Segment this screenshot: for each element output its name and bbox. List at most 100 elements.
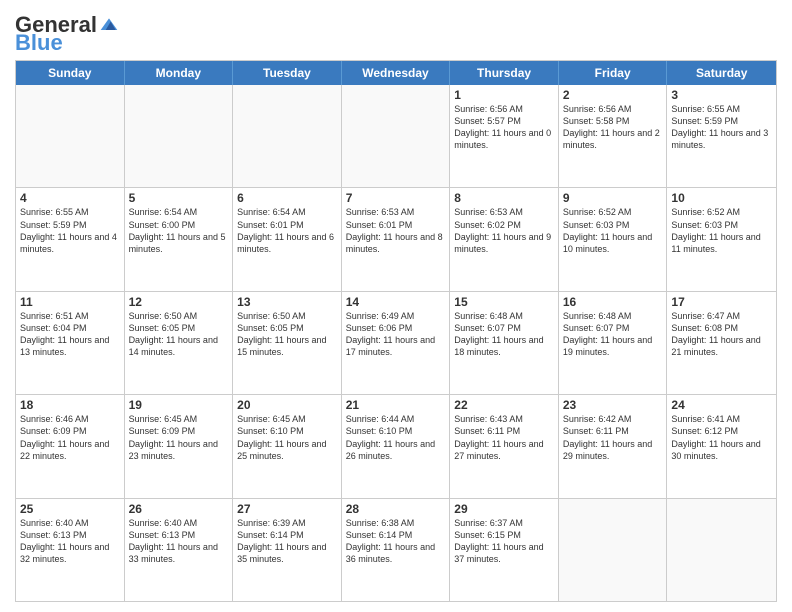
logo-icon — [99, 15, 119, 35]
day-number: 7 — [346, 191, 446, 205]
cell-text: Sunrise: 6:43 AM Sunset: 6:11 PM Dayligh… — [454, 413, 554, 462]
cell-text: Sunrise: 6:54 AM Sunset: 6:01 PM Dayligh… — [237, 206, 337, 255]
cal-cell-4-0: 25Sunrise: 6:40 AM Sunset: 6:13 PM Dayli… — [16, 499, 125, 601]
cal-cell-2-3: 14Sunrise: 6:49 AM Sunset: 6:06 PM Dayli… — [342, 292, 451, 394]
cal-cell-3-5: 23Sunrise: 6:42 AM Sunset: 6:11 PM Dayli… — [559, 395, 668, 497]
cell-text: Sunrise: 6:48 AM Sunset: 6:07 PM Dayligh… — [454, 310, 554, 359]
cal-week-2: 11Sunrise: 6:51 AM Sunset: 6:04 PM Dayli… — [16, 292, 776, 395]
day-number: 28 — [346, 502, 446, 516]
cell-text: Sunrise: 6:54 AM Sunset: 6:00 PM Dayligh… — [129, 206, 229, 255]
cell-text: Sunrise: 6:55 AM Sunset: 5:59 PM Dayligh… — [20, 206, 120, 255]
cal-cell-2-1: 12Sunrise: 6:50 AM Sunset: 6:05 PM Dayli… — [125, 292, 234, 394]
day-number: 20 — [237, 398, 337, 412]
cal-header-thursday: Thursday — [450, 61, 559, 85]
day-number: 4 — [20, 191, 120, 205]
cell-text: Sunrise: 6:51 AM Sunset: 6:04 PM Dayligh… — [20, 310, 120, 359]
cell-text: Sunrise: 6:38 AM Sunset: 6:14 PM Dayligh… — [346, 517, 446, 566]
cal-header-wednesday: Wednesday — [342, 61, 451, 85]
cell-text: Sunrise: 6:48 AM Sunset: 6:07 PM Dayligh… — [563, 310, 663, 359]
cal-cell-4-6 — [667, 499, 776, 601]
cal-cell-4-2: 27Sunrise: 6:39 AM Sunset: 6:14 PM Dayli… — [233, 499, 342, 601]
day-number: 2 — [563, 88, 663, 102]
cal-header-saturday: Saturday — [667, 61, 776, 85]
cell-text: Sunrise: 6:41 AM Sunset: 6:12 PM Dayligh… — [671, 413, 772, 462]
cal-week-3: 18Sunrise: 6:46 AM Sunset: 6:09 PM Dayli… — [16, 395, 776, 498]
cell-text: Sunrise: 6:52 AM Sunset: 6:03 PM Dayligh… — [563, 206, 663, 255]
cal-cell-4-1: 26Sunrise: 6:40 AM Sunset: 6:13 PM Dayli… — [125, 499, 234, 601]
cal-cell-3-2: 20Sunrise: 6:45 AM Sunset: 6:10 PM Dayli… — [233, 395, 342, 497]
cal-cell-1-2: 6Sunrise: 6:54 AM Sunset: 6:01 PM Daylig… — [233, 188, 342, 290]
day-number: 1 — [454, 88, 554, 102]
day-number: 17 — [671, 295, 772, 309]
cell-text: Sunrise: 6:44 AM Sunset: 6:10 PM Dayligh… — [346, 413, 446, 462]
cal-cell-2-0: 11Sunrise: 6:51 AM Sunset: 6:04 PM Dayli… — [16, 292, 125, 394]
day-number: 29 — [454, 502, 554, 516]
cal-week-1: 4Sunrise: 6:55 AM Sunset: 5:59 PM Daylig… — [16, 188, 776, 291]
day-number: 23 — [563, 398, 663, 412]
cell-text: Sunrise: 6:45 AM Sunset: 6:09 PM Dayligh… — [129, 413, 229, 462]
cell-text: Sunrise: 6:49 AM Sunset: 6:06 PM Dayligh… — [346, 310, 446, 359]
day-number: 16 — [563, 295, 663, 309]
day-number: 13 — [237, 295, 337, 309]
cal-cell-0-5: 2Sunrise: 6:56 AM Sunset: 5:58 PM Daylig… — [559, 85, 668, 187]
cal-cell-2-2: 13Sunrise: 6:50 AM Sunset: 6:05 PM Dayli… — [233, 292, 342, 394]
day-number: 12 — [129, 295, 229, 309]
day-number: 6 — [237, 191, 337, 205]
calendar-header-row: SundayMondayTuesdayWednesdayThursdayFrid… — [16, 61, 776, 85]
day-number: 10 — [671, 191, 772, 205]
day-number: 15 — [454, 295, 554, 309]
cal-cell-1-6: 10Sunrise: 6:52 AM Sunset: 6:03 PM Dayli… — [667, 188, 776, 290]
day-number: 9 — [563, 191, 663, 205]
header: General Blue — [15, 10, 777, 54]
cal-cell-3-4: 22Sunrise: 6:43 AM Sunset: 6:11 PM Dayli… — [450, 395, 559, 497]
cal-cell-0-2 — [233, 85, 342, 187]
cell-text: Sunrise: 6:39 AM Sunset: 6:14 PM Dayligh… — [237, 517, 337, 566]
cal-cell-2-6: 17Sunrise: 6:47 AM Sunset: 6:08 PM Dayli… — [667, 292, 776, 394]
cal-cell-1-1: 5Sunrise: 6:54 AM Sunset: 6:00 PM Daylig… — [125, 188, 234, 290]
cal-cell-1-5: 9Sunrise: 6:52 AM Sunset: 6:03 PM Daylig… — [559, 188, 668, 290]
cal-cell-3-3: 21Sunrise: 6:44 AM Sunset: 6:10 PM Dayli… — [342, 395, 451, 497]
cell-text: Sunrise: 6:42 AM Sunset: 6:11 PM Dayligh… — [563, 413, 663, 462]
cal-cell-0-4: 1Sunrise: 6:56 AM Sunset: 5:57 PM Daylig… — [450, 85, 559, 187]
cell-text: Sunrise: 6:40 AM Sunset: 6:13 PM Dayligh… — [129, 517, 229, 566]
cal-week-0: 1Sunrise: 6:56 AM Sunset: 5:57 PM Daylig… — [16, 85, 776, 188]
cell-text: Sunrise: 6:50 AM Sunset: 6:05 PM Dayligh… — [237, 310, 337, 359]
cal-cell-0-1 — [125, 85, 234, 187]
cell-text: Sunrise: 6:56 AM Sunset: 5:58 PM Dayligh… — [563, 103, 663, 152]
cal-cell-4-4: 29Sunrise: 6:37 AM Sunset: 6:15 PM Dayli… — [450, 499, 559, 601]
calendar-body: 1Sunrise: 6:56 AM Sunset: 5:57 PM Daylig… — [16, 85, 776, 601]
cal-cell-1-4: 8Sunrise: 6:53 AM Sunset: 6:02 PM Daylig… — [450, 188, 559, 290]
cell-text: Sunrise: 6:40 AM Sunset: 6:13 PM Dayligh… — [20, 517, 120, 566]
cal-cell-3-0: 18Sunrise: 6:46 AM Sunset: 6:09 PM Dayli… — [16, 395, 125, 497]
day-number: 14 — [346, 295, 446, 309]
day-number: 25 — [20, 502, 120, 516]
day-number: 18 — [20, 398, 120, 412]
cal-cell-4-3: 28Sunrise: 6:38 AM Sunset: 6:14 PM Dayli… — [342, 499, 451, 601]
day-number: 22 — [454, 398, 554, 412]
cal-cell-3-6: 24Sunrise: 6:41 AM Sunset: 6:12 PM Dayli… — [667, 395, 776, 497]
cell-text: Sunrise: 6:45 AM Sunset: 6:10 PM Dayligh… — [237, 413, 337, 462]
cal-header-sunday: Sunday — [16, 61, 125, 85]
cal-cell-0-0 — [16, 85, 125, 187]
logo-text-blue: Blue — [15, 32, 63, 54]
cal-cell-0-6: 3Sunrise: 6:55 AM Sunset: 5:59 PM Daylig… — [667, 85, 776, 187]
cell-text: Sunrise: 6:56 AM Sunset: 5:57 PM Dayligh… — [454, 103, 554, 152]
cal-cell-4-5 — [559, 499, 668, 601]
cell-text: Sunrise: 6:55 AM Sunset: 5:59 PM Dayligh… — [671, 103, 772, 152]
day-number: 26 — [129, 502, 229, 516]
cell-text: Sunrise: 6:50 AM Sunset: 6:05 PM Dayligh… — [129, 310, 229, 359]
cal-cell-2-4: 15Sunrise: 6:48 AM Sunset: 6:07 PM Dayli… — [450, 292, 559, 394]
day-number: 21 — [346, 398, 446, 412]
cal-cell-0-3 — [342, 85, 451, 187]
cell-text: Sunrise: 6:46 AM Sunset: 6:09 PM Dayligh… — [20, 413, 120, 462]
cell-text: Sunrise: 6:47 AM Sunset: 6:08 PM Dayligh… — [671, 310, 772, 359]
cell-text: Sunrise: 6:52 AM Sunset: 6:03 PM Dayligh… — [671, 206, 772, 255]
cal-header-tuesday: Tuesday — [233, 61, 342, 85]
calendar: SundayMondayTuesdayWednesdayThursdayFrid… — [15, 60, 777, 602]
day-number: 8 — [454, 191, 554, 205]
cal-cell-2-5: 16Sunrise: 6:48 AM Sunset: 6:07 PM Dayli… — [559, 292, 668, 394]
day-number: 24 — [671, 398, 772, 412]
cal-week-4: 25Sunrise: 6:40 AM Sunset: 6:13 PM Dayli… — [16, 499, 776, 601]
cell-text: Sunrise: 6:53 AM Sunset: 6:01 PM Dayligh… — [346, 206, 446, 255]
day-number: 5 — [129, 191, 229, 205]
